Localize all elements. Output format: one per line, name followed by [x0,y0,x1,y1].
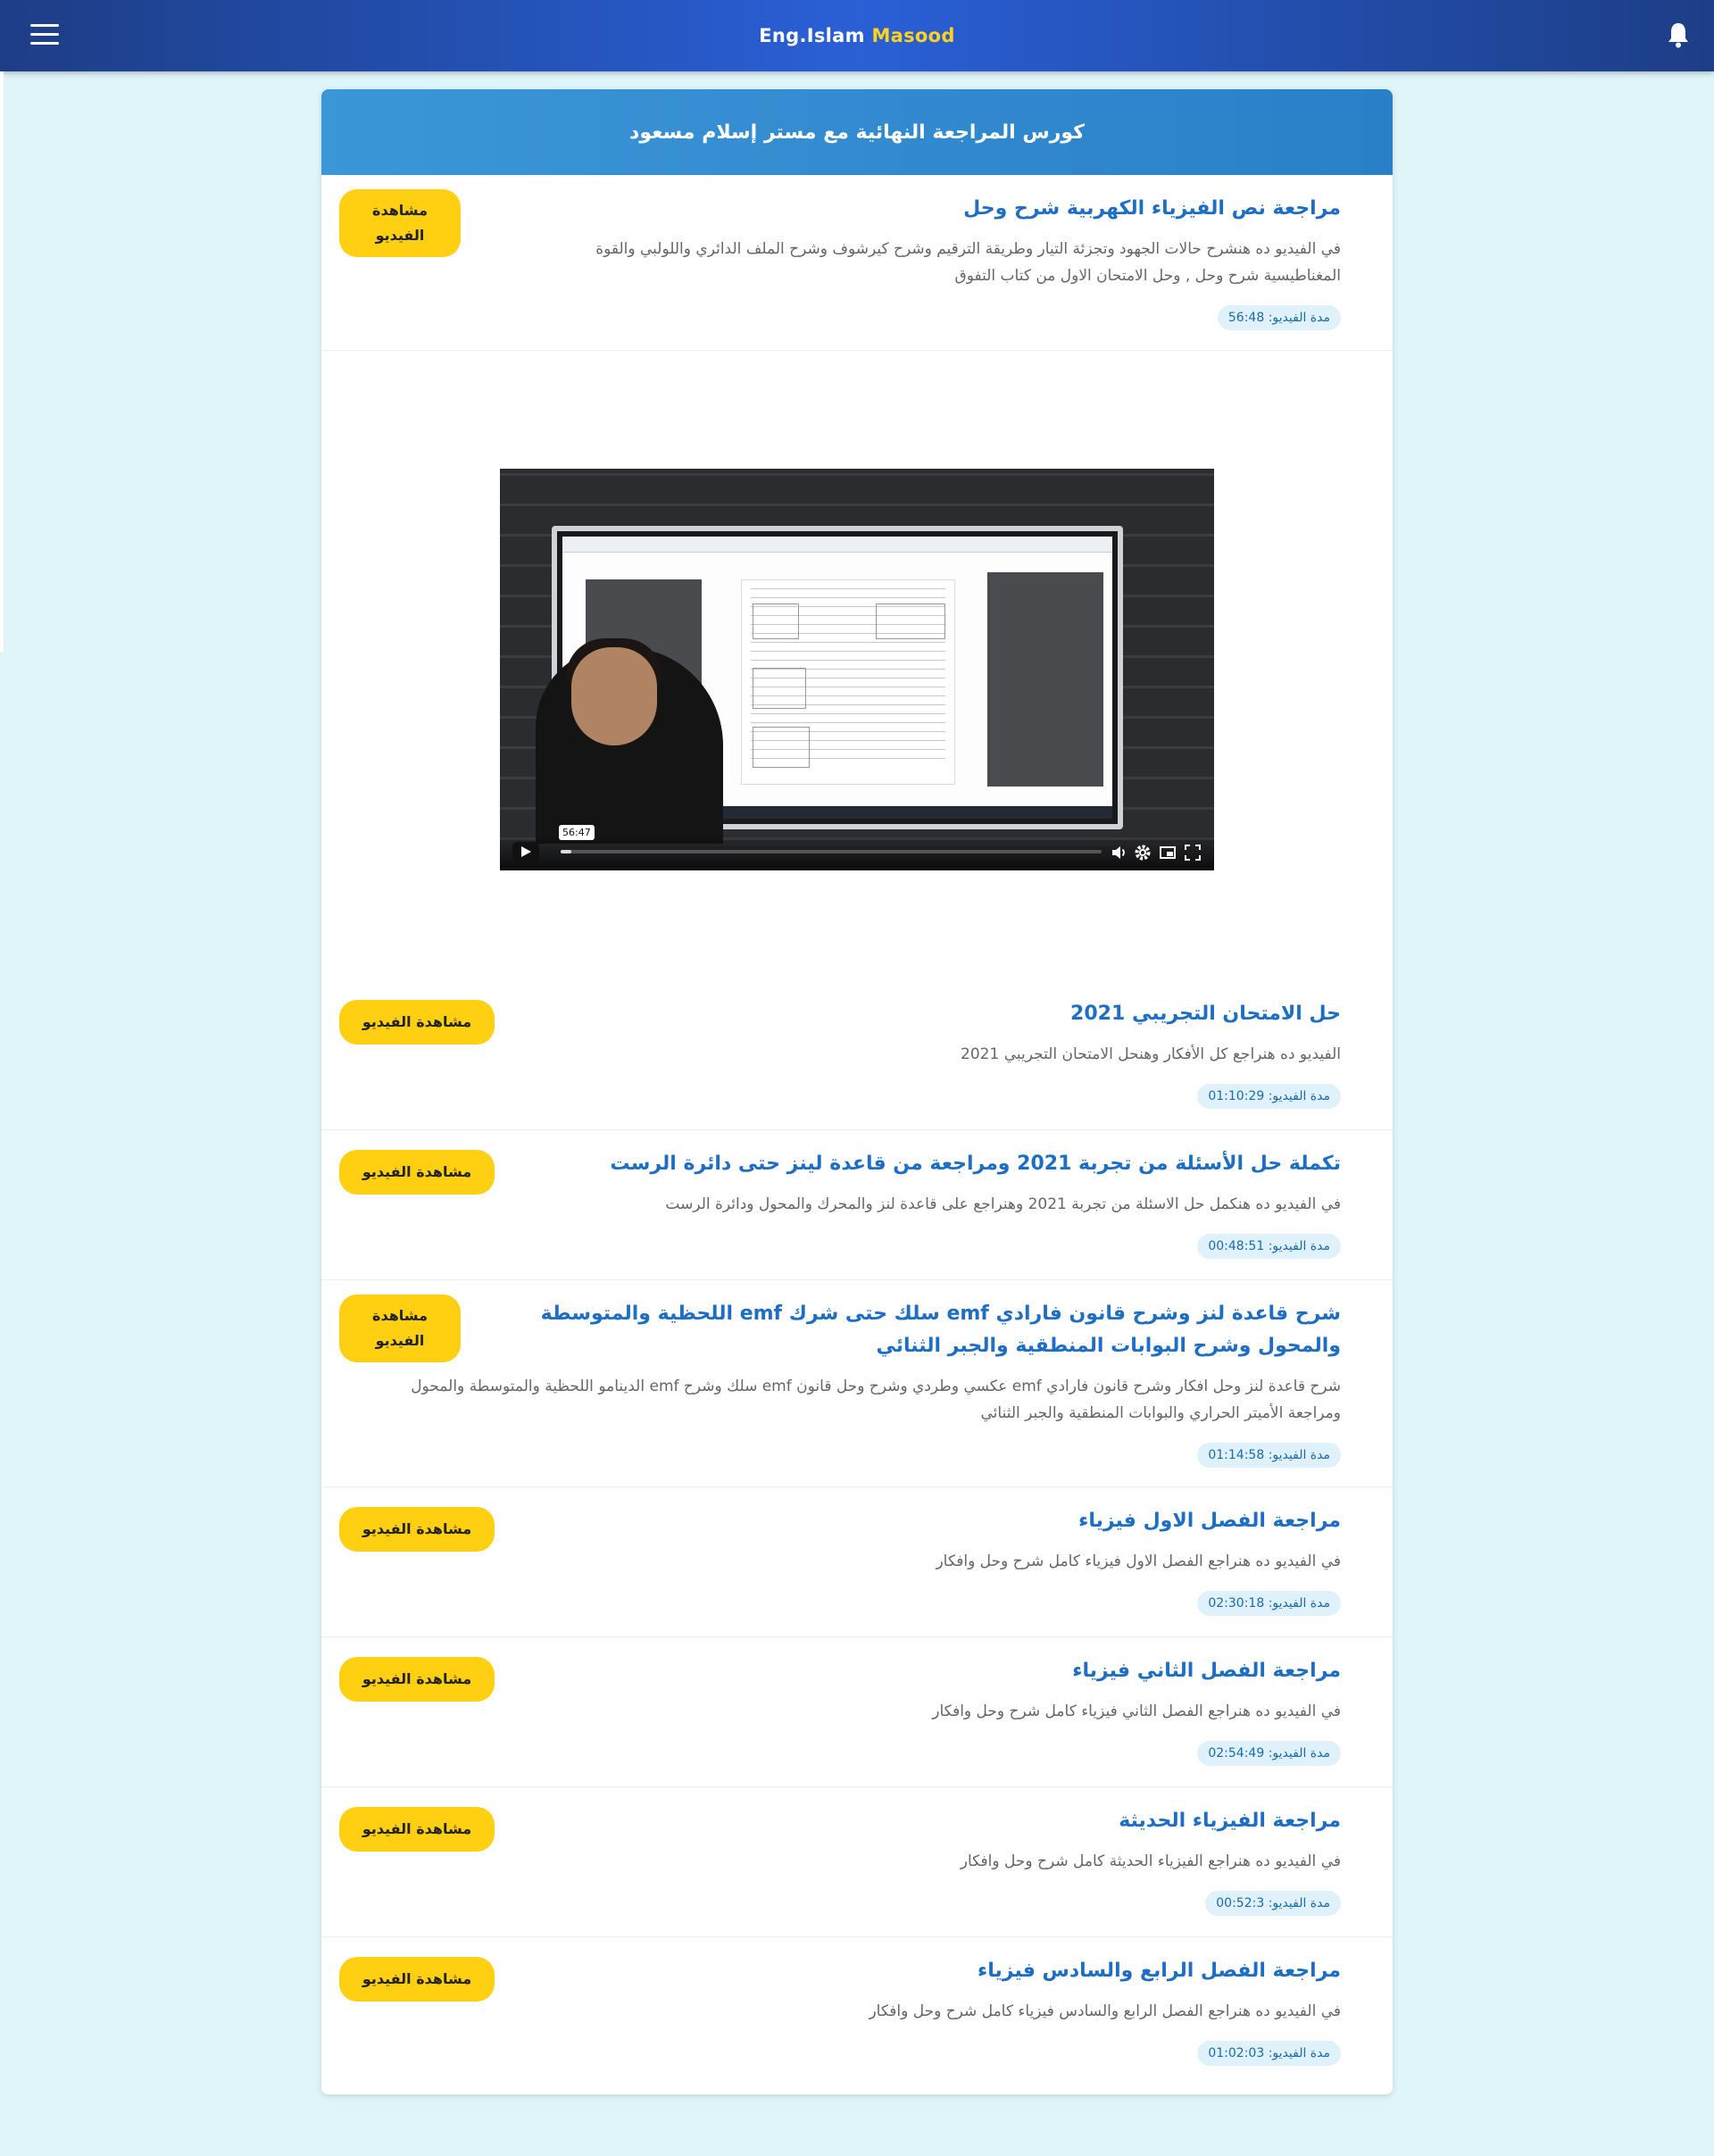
watch-video-button[interactable]: مشاهدة الفيديو [339,1807,495,1852]
watch-video-button[interactable]: مشاهدة الفيديو [339,1000,495,1045]
watch-video-button[interactable]: مشاهدة الفيديو [339,189,461,257]
watch-video-button[interactable]: مشاهدة الفيديو [339,1294,461,1362]
progress-fill [561,850,572,853]
lesson-description: شرح قاعدة لنز وحل افكار وشرح قانون فاراد… [411,1378,1341,1422]
lesson-duration-badge: مدة الفيديو: 02:30:18 [1197,1591,1341,1616]
hamburger-menu-icon[interactable] [30,24,59,47]
lesson-description: في الفيديو ده هنكمل حل الاسئلة من تجربة … [665,1195,1341,1213]
volume-icon[interactable] [1111,844,1128,862]
brand-title[interactable]: Eng.Islam Masood [759,25,954,46]
lesson-duration-badge: مدة الفيديو: 56:48 [1217,305,1341,330]
lesson-title: مراجعة نص الفيزياء الكهربية شرح وحل [963,197,1341,220]
lesson-duration-badge: مدة الفيديو: 01:14:58 [1197,1443,1341,1468]
play-icon[interactable] [512,842,539,862]
lesson-item: شرح قاعدة لنز وشرح قانون فارادي emf سلك … [321,1280,1393,1487]
lesson-title: شرح قاعدة لنز وشرح قانون فارادي emf سلك … [540,1303,1341,1357]
lesson-duration-badge: مدة الفيديو: 01:02:03 [1197,2041,1341,2066]
video-player[interactable]: 56:47 [500,469,1214,870]
lesson-description: في الفيديو ده هنراجع الفصل الاول فيزياء … [936,1552,1341,1570]
lesson-duration-badge: مدة الفيديو: 00:52:3 [1205,1891,1341,1916]
lesson-title: مراجعة الفصل الاول فيزياء [1078,1510,1341,1532]
lesson-item: مراجعة الفصل الرابع والسادس فيزياء في ال… [321,1937,1393,2094]
brand-prefix: Eng.Islam [759,25,865,46]
top-navbar: Eng.Islam Masood [0,0,1714,71]
progress-time-tooltip: 56:47 [559,825,595,840]
lesson-duration-badge: مدة الفيديو: 01:10:29 [1197,1084,1341,1109]
lesson-description: الفيديو ده هنراجع كل الأفكار وهنحل الامت… [961,1045,1341,1063]
lesson-item: حل الامتحان التجريبي 2021 الفيديو ده هنر… [321,980,1393,1130]
progress-bar[interactable] [561,850,1102,853]
lesson-duration-badge: مدة الفيديو: 02:54:49 [1197,1741,1341,1766]
lesson-title: حل الامتحان التجريبي 2021 [1070,1003,1341,1025]
lesson-item: تكملة حل الأسئلة من تجربة 2021 ومراجعة م… [321,1130,1393,1280]
side-strip [0,71,4,652]
gear-icon[interactable] [1134,844,1152,862]
watch-video-button[interactable]: مشاهدة الفيديو [339,1150,495,1195]
lesson-item: مراجعة الفيزياء الحديثة في الفيديو ده هن… [321,1787,1393,1937]
bell-icon[interactable] [1666,20,1691,50]
lesson-description: في الفيديو ده هنراجع الفصل الثاني فيزياء… [932,1702,1341,1720]
course-card: كورس المراجعة النهائية مع مستر إسلام مسع… [321,89,1393,2094]
lesson-title: مراجعة الفيزياء الحديثة [1119,1810,1341,1832]
watch-video-button[interactable]: مشاهدة الفيديو [339,1507,495,1552]
lesson-title: تكملة حل الأسئلة من تجربة 2021 ومراجعة م… [610,1153,1341,1175]
fullscreen-icon[interactable] [1184,844,1202,862]
lesson-title: مراجعة الفصل الثاني فيزياء [1072,1660,1341,1682]
course-title: كورس المراجعة النهائية مع مستر إسلام مسع… [321,89,1393,175]
lesson-description: في الفيديو ده هنشرح حالات الجهود وتجزئة … [595,240,1341,285]
lesson-item: مراجعة نص الفيزياء الكهربية شرح وحل في ا… [321,175,1393,351]
picture-in-picture-icon[interactable] [1159,844,1177,862]
lesson-duration-badge: مدة الفيديو: 00:48:51 [1197,1234,1341,1259]
video-controls: 56:47 [500,825,1214,870]
video-section: 56:47 [321,351,1393,980]
watch-video-button[interactable]: مشاهدة الفيديو [339,1657,495,1702]
lesson-description: في الفيديو ده هنراجع الفصل الرابع والساد… [869,2002,1341,2020]
watch-video-button[interactable]: مشاهدة الفيديو [339,1957,495,2002]
brand-accent: Masood [871,25,955,46]
lesson-description: في الفيديو ده هنراجع الفيزياء الحديثة كا… [960,1852,1341,1870]
lesson-title: مراجعة الفصل الرابع والسادس فيزياء [978,1960,1341,1982]
lesson-item: مراجعة الفصل الثاني فيزياء في الفيديو ده… [321,1637,1393,1787]
lesson-item: مراجعة الفصل الاول فيزياء في الفيديو ده … [321,1487,1393,1637]
